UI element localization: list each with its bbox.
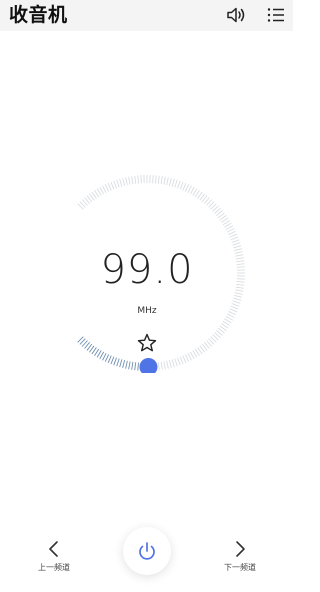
dial-tick: [228, 230, 236, 236]
dial-tick: [232, 300, 241, 304]
dial-tick: [231, 239, 240, 243]
previous-channel-button[interactable]: 上一频道: [24, 540, 84, 573]
dial-tick: [174, 179, 178, 188]
frequency-display: 99.0: [100, 247, 194, 293]
dial-tick: [110, 181, 115, 190]
dial-tick: [187, 185, 192, 194]
dial-tick: [137, 362, 139, 371]
dial-tick: [119, 178, 123, 187]
dial-tick: [102, 352, 107, 361]
star-outline-icon[interactable]: [136, 332, 158, 354]
dial-tick: [184, 184, 190, 192]
dial-tick: [171, 359, 175, 368]
dial-tick: [234, 294, 243, 298]
dial-tick: [166, 360, 169, 369]
dial-tick: [225, 225, 234, 231]
dial-tick: [122, 177, 126, 186]
dial-tick: [230, 236, 239, 241]
dial-tick: [233, 297, 242, 301]
dial-tick: [122, 360, 126, 369]
dial-tick: [131, 361, 134, 370]
list-menu-icon[interactable]: [265, 4, 287, 26]
dial-knob[interactable]: [139, 357, 158, 373]
dial-tick: [160, 176, 163, 185]
dial-tick: [104, 184, 110, 192]
dial-tick: [168, 360, 172, 369]
dial-tick: [182, 182, 187, 191]
dial-tick: [157, 175, 160, 184]
dial-tick: [96, 188, 102, 196]
dial-tick: [155, 175, 157, 184]
next-channel-button[interactable]: 下一频道: [210, 540, 270, 573]
dial-tick: [125, 177, 128, 186]
dial-tick: [107, 355, 112, 364]
dial-tick: [140, 175, 142, 184]
dial-tick: [131, 176, 134, 185]
dial-tick: [110, 356, 115, 365]
dial-tick: [166, 177, 169, 186]
frequency-unit: MHz: [137, 306, 157, 316]
dial-tick: [179, 181, 184, 190]
dial-tick: [128, 361, 131, 370]
dial-tick: [182, 355, 187, 364]
dial-tick: [177, 357, 181, 366]
dial-tick: [224, 318, 232, 324]
dial-tick: [116, 179, 120, 188]
dial-tick: [224, 222, 232, 228]
dial-tick: [119, 359, 123, 368]
power-button[interactable]: [123, 527, 171, 575]
dial-tick: [113, 357, 117, 366]
dial-tick: [184, 354, 190, 362]
dial-tick: [102, 185, 107, 194]
dial-tick: [113, 180, 117, 189]
dial-tick: [234, 292, 243, 295]
speaker-icon[interactable]: [225, 4, 247, 26]
dial-tick: [104, 354, 110, 362]
previous-channel-label: 上一频道: [38, 563, 70, 572]
chevron-right-icon: [236, 541, 245, 557]
dial-tick: [192, 188, 198, 196]
dial-tick: [134, 362, 137, 371]
dial-tick: [168, 177, 172, 186]
dial-tick: [134, 175, 137, 184]
dial-tick: [189, 351, 195, 360]
power-icon: [139, 542, 155, 560]
dial-tick: [192, 350, 198, 358]
dial-tick: [187, 352, 192, 361]
dial-tick: [128, 176, 131, 185]
app-title: 收音机: [9, 4, 68, 26]
dial-tick: [152, 175, 154, 184]
dial-tick: [177, 180, 181, 189]
dial-tick: [157, 362, 160, 371]
dial-tick: [229, 233, 238, 238]
dial-tick: [99, 351, 105, 360]
dial-tick: [160, 361, 163, 370]
dial-tick: [99, 186, 105, 195]
dial-tick: [116, 358, 120, 367]
top-bar: 收音机: [0, 0, 293, 31]
dial-tick: [179, 356, 184, 365]
dial-tick: [163, 361, 166, 370]
dial-tick: [125, 360, 128, 369]
dial-tick: [96, 350, 102, 358]
dial-tick: [171, 178, 175, 187]
dial-tick: [189, 186, 195, 195]
dial-tick: [137, 175, 139, 184]
dial-tick: [232, 242, 241, 246]
chevron-left-icon: [49, 541, 58, 557]
dial-tick: [107, 182, 112, 191]
dial-tick: [174, 358, 178, 367]
dial-tick: [226, 228, 235, 233]
dial-tick: [225, 315, 234, 321]
dial-tick: [163, 176, 166, 185]
next-channel-label: 下一频道: [224, 563, 256, 572]
